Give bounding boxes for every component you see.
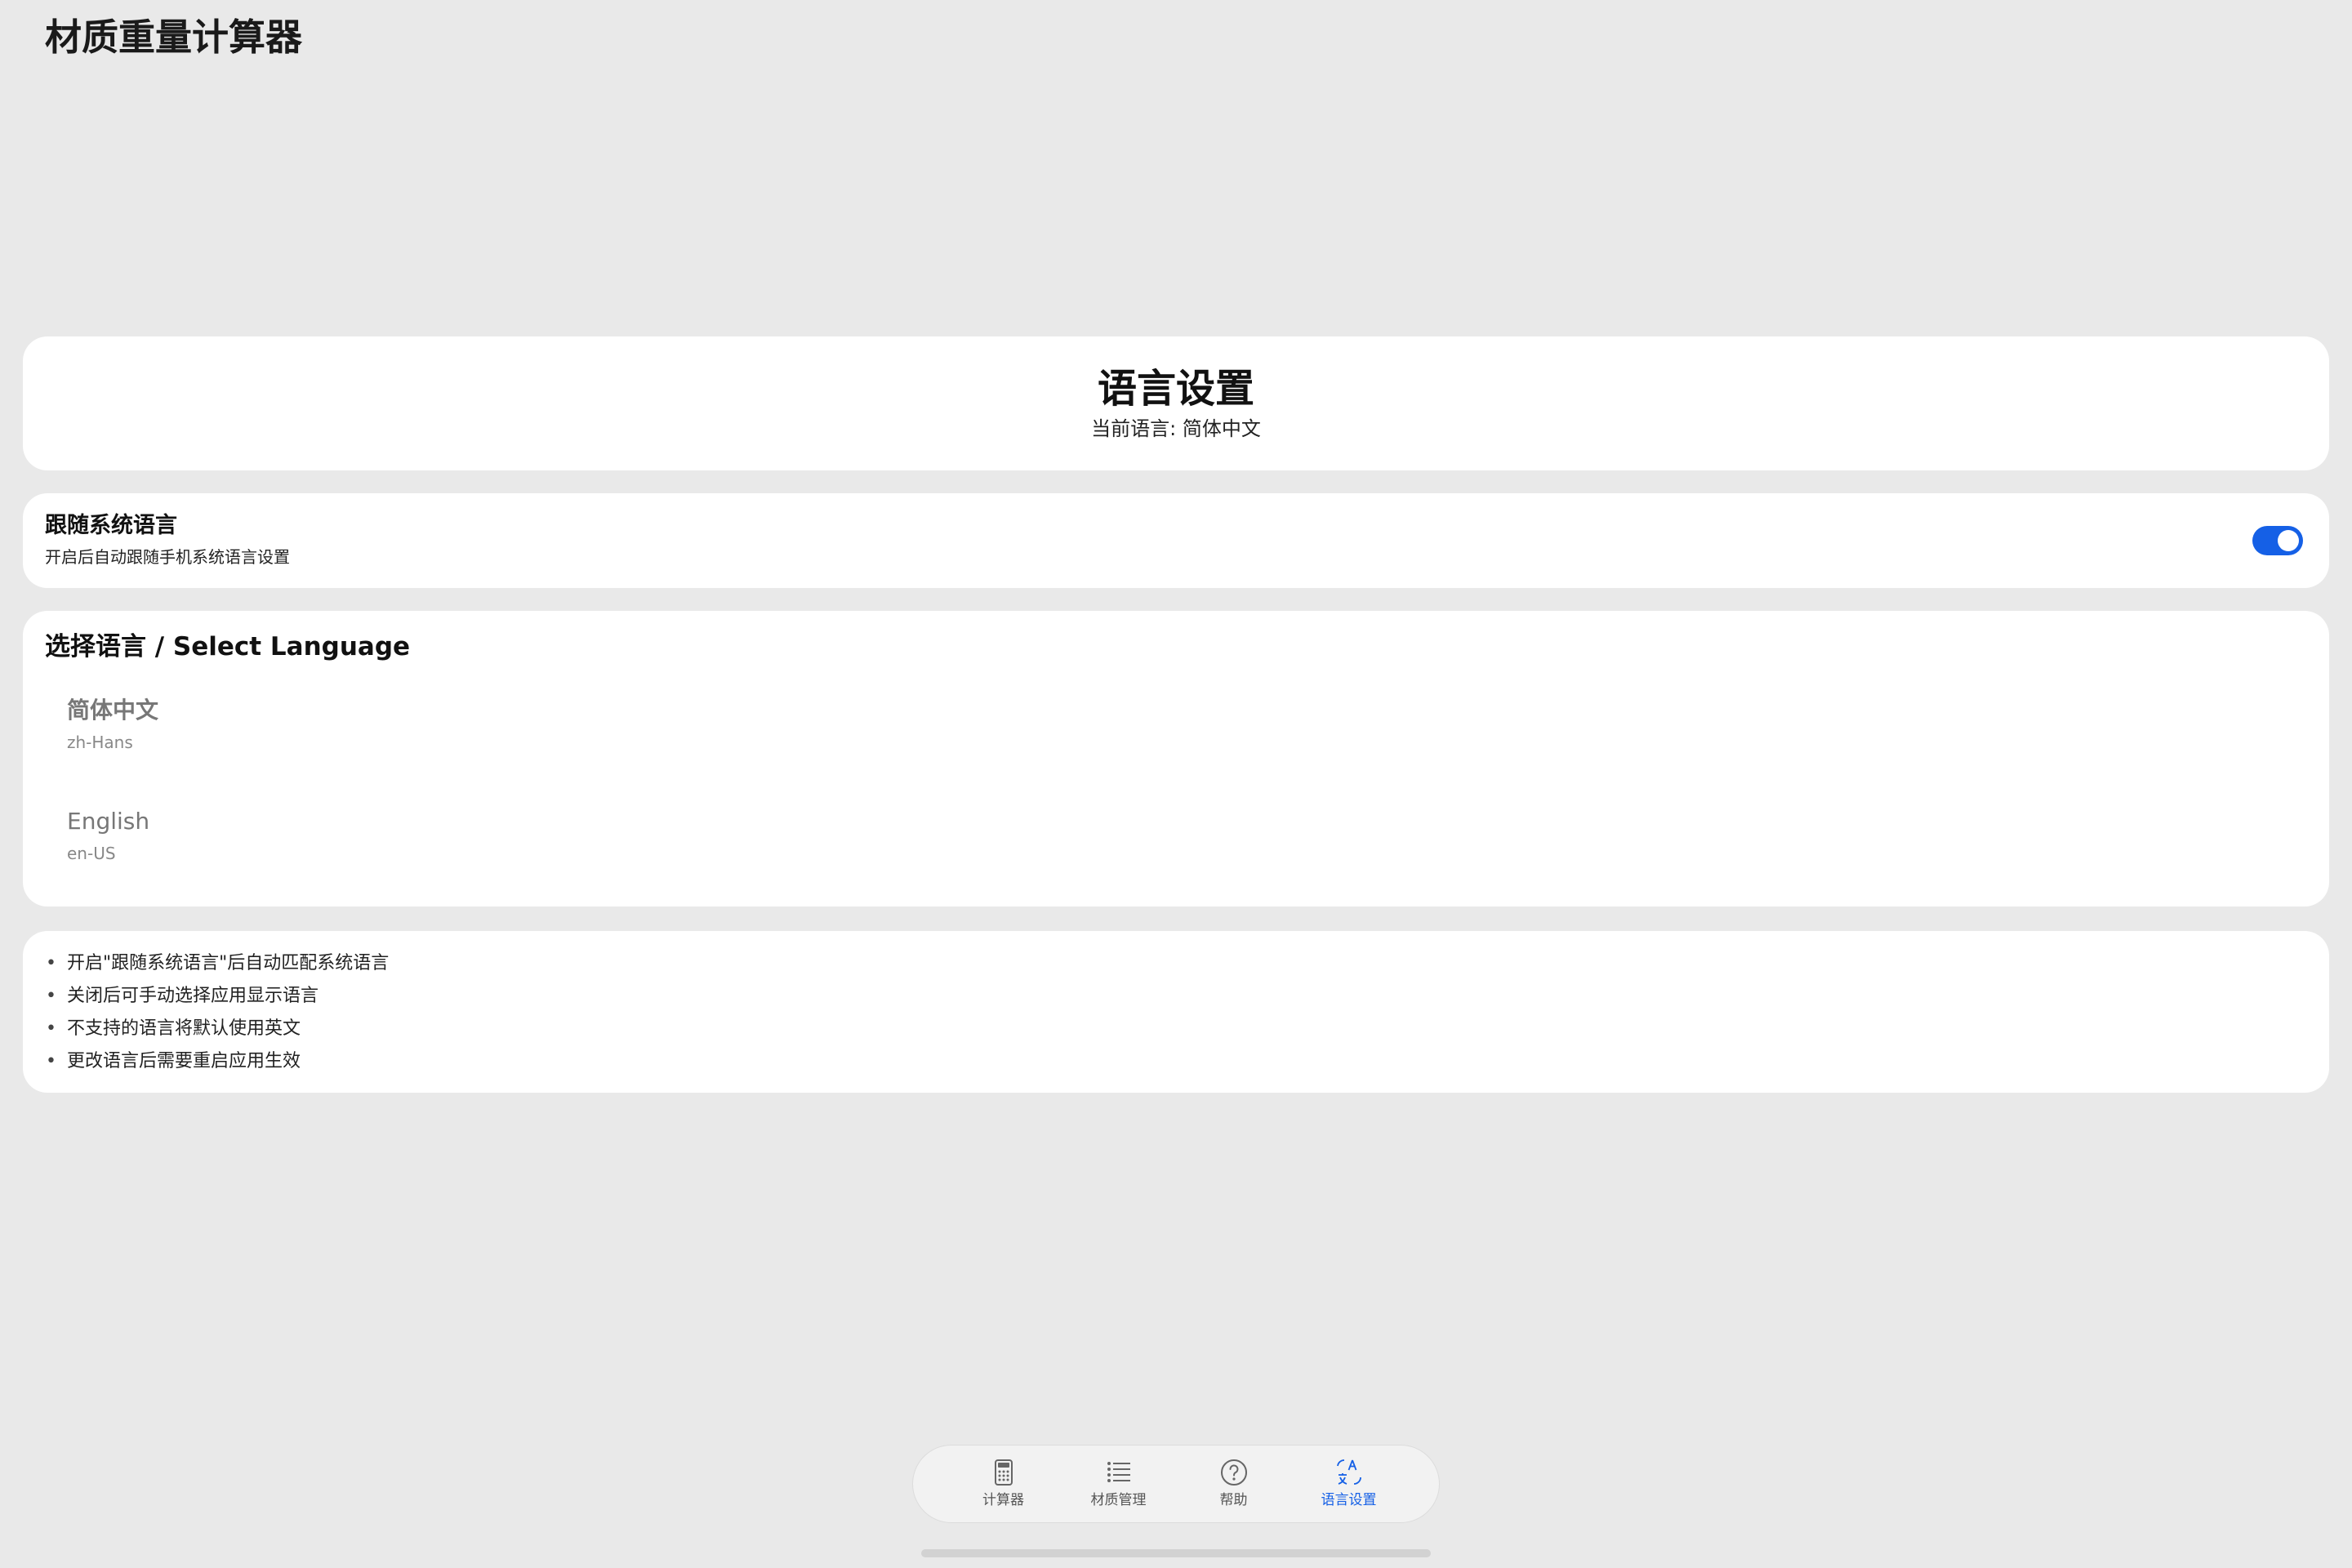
language-option-code: en-US [67, 844, 116, 863]
tip-text: 更改语言后需要重启应用生效 [67, 1051, 301, 1071]
select-language-title: 选择语言 / Select Language [45, 632, 411, 662]
tab-label: 语言设置 [1321, 1492, 1377, 1508]
follow-system-title: 跟随系统语言 [45, 513, 177, 538]
tip-item: • 不支持的语言将默认使用英文 [46, 1013, 389, 1045]
calculator-icon [994, 1459, 1013, 1486]
tip-text: 开启"跟随系统语言"后自动匹配系统语言 [67, 953, 390, 973]
follow-system-toggle[interactable] [2252, 526, 2303, 555]
translate-icon [1336, 1459, 1361, 1485]
list-icon [1107, 1462, 1130, 1482]
tab-calculator[interactable]: 计算器 [951, 1451, 1057, 1517]
bullet: • [46, 986, 56, 1006]
language-settings-page: 材质重量计算器 语言设置 当前语言: 简体中文 跟随系统语言 开启后自动跟随手机… [0, 0, 2352, 1568]
language-option-zh-hans[interactable]: 简体中文 zh-Hans [67, 694, 2272, 784]
language-select-card: 选择语言 / Select Language 简体中文 zh-Hans Engl… [23, 611, 2329, 906]
tips-list: • 开启"跟随系统语言"后自动匹配系统语言 • 关闭后可手动选择应用显示语言 • 不支… [46, 947, 389, 1078]
bottom-tab-bar: 计算器 材质管理 帮助 语言设置 [912, 1445, 1440, 1523]
follow-system-card: 跟随系统语言 开启后自动跟随手机系统语言设置 [23, 493, 2329, 588]
home-indicator[interactable] [921, 1549, 1431, 1557]
tab-label: 材质管理 [1090, 1492, 1147, 1508]
language-header-card: 语言设置 当前语言: 简体中文 [23, 336, 2329, 470]
current-language-label: 当前语言: 简体中文 [1091, 417, 1261, 440]
bullet: • [46, 1018, 56, 1039]
language-option-name: 简体中文 [67, 697, 159, 724]
tips-card: • 开启"跟随系统语言"后自动匹配系统语言 • 关闭后可手动选择应用显示语言 • 不支… [23, 931, 2329, 1093]
tab-label: 计算器 [982, 1492, 1024, 1508]
bullet: • [46, 953, 56, 973]
tab-language-settings[interactable]: 语言设置 [1296, 1451, 1402, 1517]
help-icon [1220, 1459, 1247, 1486]
tip-item: • 关闭后可手动选择应用显示语言 [46, 980, 389, 1013]
language-option-code: zh-Hans [67, 733, 133, 752]
bullet: • [46, 1051, 56, 1071]
tab-label: 帮助 [1219, 1492, 1248, 1508]
page-title: 语言设置 [1097, 366, 1254, 412]
app-title: 材质重量计算器 [45, 16, 303, 59]
tab-material-management[interactable]: 材质管理 [1066, 1451, 1172, 1517]
language-option-en-us[interactable]: English en-US [67, 805, 2272, 895]
tip-text: 关闭后可手动选择应用显示语言 [67, 986, 319, 1006]
tip-item: • 开启"跟随系统语言"后自动匹配系统语言 [46, 947, 389, 980]
tab-help[interactable]: 帮助 [1181, 1451, 1287, 1517]
tip-item: • 更改语言后需要重启应用生效 [46, 1045, 389, 1078]
language-option-name: English [67, 808, 150, 835]
follow-system-description: 开启后自动跟随手机系统语言设置 [45, 547, 290, 567]
toggle-knob [2278, 530, 2299, 551]
tip-text: 不支持的语言将默认使用英文 [67, 1018, 301, 1039]
